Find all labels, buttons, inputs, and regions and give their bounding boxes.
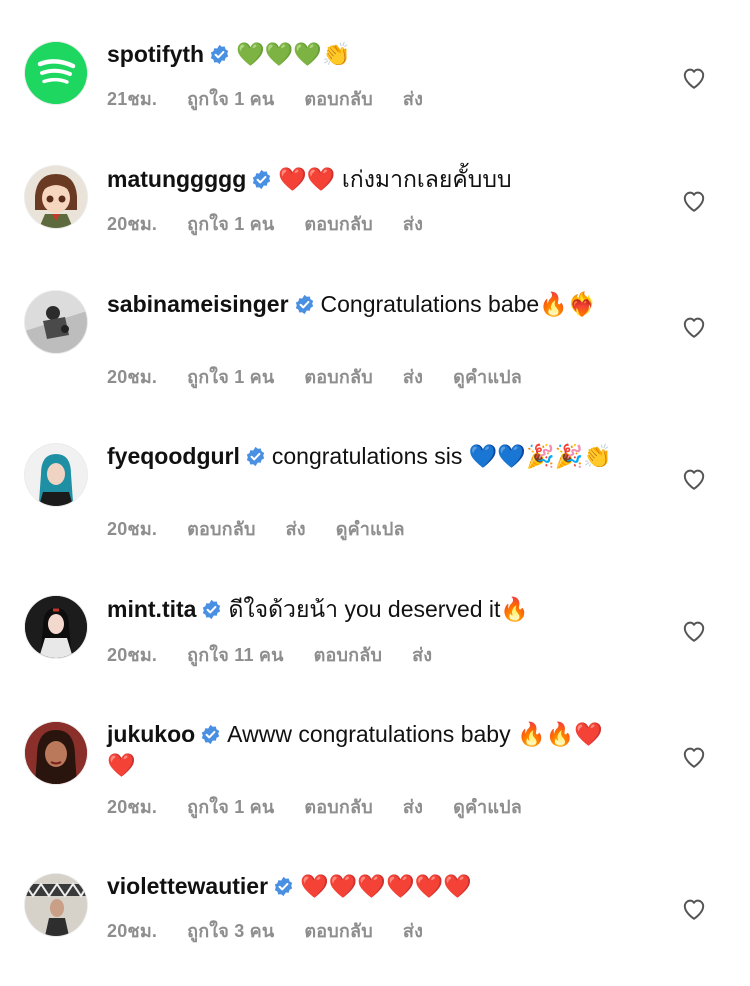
comment-text: ❤️❤️❤️❤️❤️❤️ [300,873,472,899]
avatar-jukukoo[interactable] [25,722,87,784]
verified-badge-icon [202,724,220,745]
comment-likes-link[interactable]: ถูกใจ 1 คน [187,89,274,109]
photo-avatar-icon [25,596,87,658]
send-button[interactable]: ส่ง [403,214,423,234]
send-button[interactable]: ส่ง [403,921,423,941]
reply-button[interactable]: ตอบกลับ [187,519,255,539]
see-translation-button[interactable]: ดูคำแปล [336,519,405,539]
verified-badge-icon [203,599,221,620]
comment-text: 💚💚💚👏 [236,41,351,67]
comment-time: 20ชม. [107,645,158,665]
comment-meta: 20ชม. ถูกใจ 1 คน ตอบกลับ ส่ง ดูคำแปล [107,362,552,391]
comment-meta: 21ชม. ถูกใจ 1 คน ตอบกลับ ส่ง [107,84,453,113]
see-translation-button[interactable]: ดูคำแปล [453,367,522,387]
reply-button[interactable]: ตอบกลับ [304,89,372,109]
comment-text: ❤️❤️ เก่งมากเลยคั้บบบ [278,166,512,192]
comment-time: 20ชม. [107,797,158,817]
like-button[interactable] [681,65,707,91]
anime-avatar-icon [25,166,87,228]
reply-button[interactable]: ตอบกลับ [314,645,382,665]
comment-meta: 20ชม. ถูกใจ 1 คน ตอบกลับ ส่ง [107,209,453,238]
photo-avatar-icon [25,722,87,784]
verified-badge-icon [253,169,271,190]
comment-username[interactable]: fyeqoodgurl [107,443,240,469]
heart-outline-icon [683,747,705,768]
send-button[interactable]: ส่ง [286,519,306,539]
heart-outline-icon [683,899,705,920]
avatar-mint-tita[interactable] [25,596,87,658]
comment-username[interactable]: mint.tita [107,596,196,622]
comment-username[interactable]: matunggggg [107,166,246,192]
heart-outline-icon [683,191,705,212]
see-translation-button[interactable]: ดูคำแปล [453,797,522,817]
comment-username[interactable]: jukukoo [107,721,195,747]
like-button[interactable] [681,744,707,770]
bw-photo-avatar-icon [25,291,87,353]
comment-time: 20ชม. [107,367,158,387]
avatar-spotifyth[interactable] [25,42,87,104]
comment-time: 20ชม. [107,519,158,539]
send-button[interactable]: ส่ง [412,645,432,665]
comment-username[interactable]: sabinameisinger [107,291,289,317]
avatar-fyeqoodgurl[interactable] [25,444,87,506]
send-button[interactable]: ส่ง [403,797,423,817]
comment-meta: 20ชม. ตอบกลับ ส่ง ดูคำแปล [107,514,435,543]
like-button[interactable] [681,188,707,214]
comment-meta: 20ชม. ถูกใจ 11 คน ตอบกลับ ส่ง [107,640,462,669]
verified-badge-icon [274,876,293,897]
photo-avatar-icon [25,874,87,936]
comment-likes-link[interactable]: ถูกใจ 1 คน [187,214,274,234]
spotify-logo-icon [25,42,87,104]
reply-button[interactable]: ตอบกลับ [304,367,372,387]
send-button[interactable]: ส่ง [403,367,423,387]
comment-text: congratulations sis 💙💙🎉🎉👏 [271,443,612,469]
avatar-matunggggg[interactable] [25,166,87,228]
like-button[interactable] [681,896,707,922]
send-button[interactable]: ส่ง [403,89,423,109]
comment-likes-link[interactable]: ถูกใจ 3 คน [187,921,274,941]
avatar-violettewautier[interactable] [25,874,87,936]
comment-time: 20ชม. [107,214,158,234]
comment-likes-link[interactable]: ถูกใจ 1 คน [187,367,274,387]
heart-outline-icon [683,68,705,89]
comment-meta: 20ชม. ถูกใจ 1 คน ตอบกลับ ส่ง ดูคำแปล [107,792,552,821]
comment-time: 21ชม. [107,89,158,109]
avatar-sabinameisinger[interactable] [25,291,87,353]
comment-text: ดีใจด้วยน้า you deserved it🔥 [228,596,530,622]
verified-badge-icon [210,44,229,65]
comment-text: Congratulations babe🔥❤️‍🔥 [320,291,597,317]
heart-outline-icon [683,621,705,642]
comment-username[interactable]: violettewautier [107,873,268,899]
reply-button[interactable]: ตอบกลับ [304,797,372,817]
comment-username[interactable]: spotifyth [107,41,204,67]
heart-outline-icon [683,469,705,490]
comment-meta: 20ชม. ถูกใจ 3 คน ตอบกลับ ส่ง [107,916,453,945]
like-button[interactable] [681,314,707,340]
like-button[interactable] [681,618,707,644]
verified-badge-icon [295,294,313,315]
comment-likes-link[interactable]: ถูกใจ 11 คน [187,645,284,665]
heart-outline-icon [683,317,705,338]
reply-button[interactable]: ตอบกลับ [304,214,372,234]
comment-likes-link[interactable]: ถูกใจ 1 คน [187,797,274,817]
verified-badge-icon [246,446,265,467]
comment-time: 20ชม. [107,921,158,941]
reply-button[interactable]: ตอบกลับ [304,921,372,941]
photo-avatar-icon [25,444,87,506]
like-button[interactable] [681,466,707,492]
